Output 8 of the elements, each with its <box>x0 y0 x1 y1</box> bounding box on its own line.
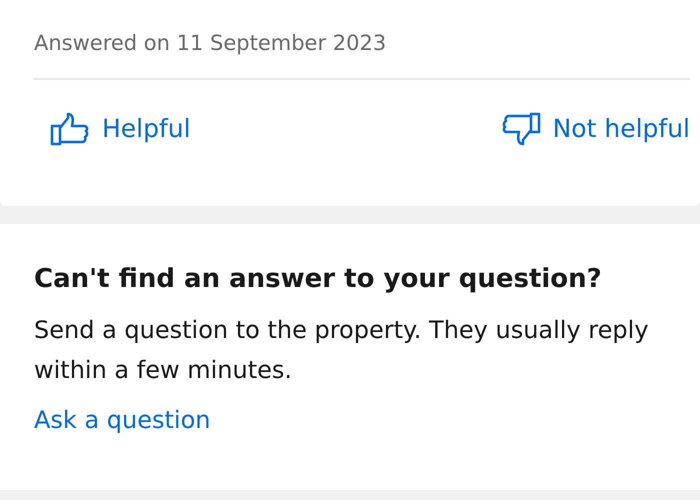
answer-date: Answered on 11 September 2023 <box>34 28 690 80</box>
not-helpful-button[interactable]: Not helpful <box>500 110 690 148</box>
ask-description: Send a question to the property. They usually reply within a few minutes. <box>34 315 650 386</box>
thumbs-down-icon <box>500 112 541 146</box>
ask-question-link[interactable]: Ask a question <box>34 402 210 438</box>
ask-title: Can't find an answer to your question? <box>34 263 603 296</box>
thumbs-up-icon <box>50 112 90 146</box>
helpful-button[interactable]: Helpful <box>50 110 191 148</box>
